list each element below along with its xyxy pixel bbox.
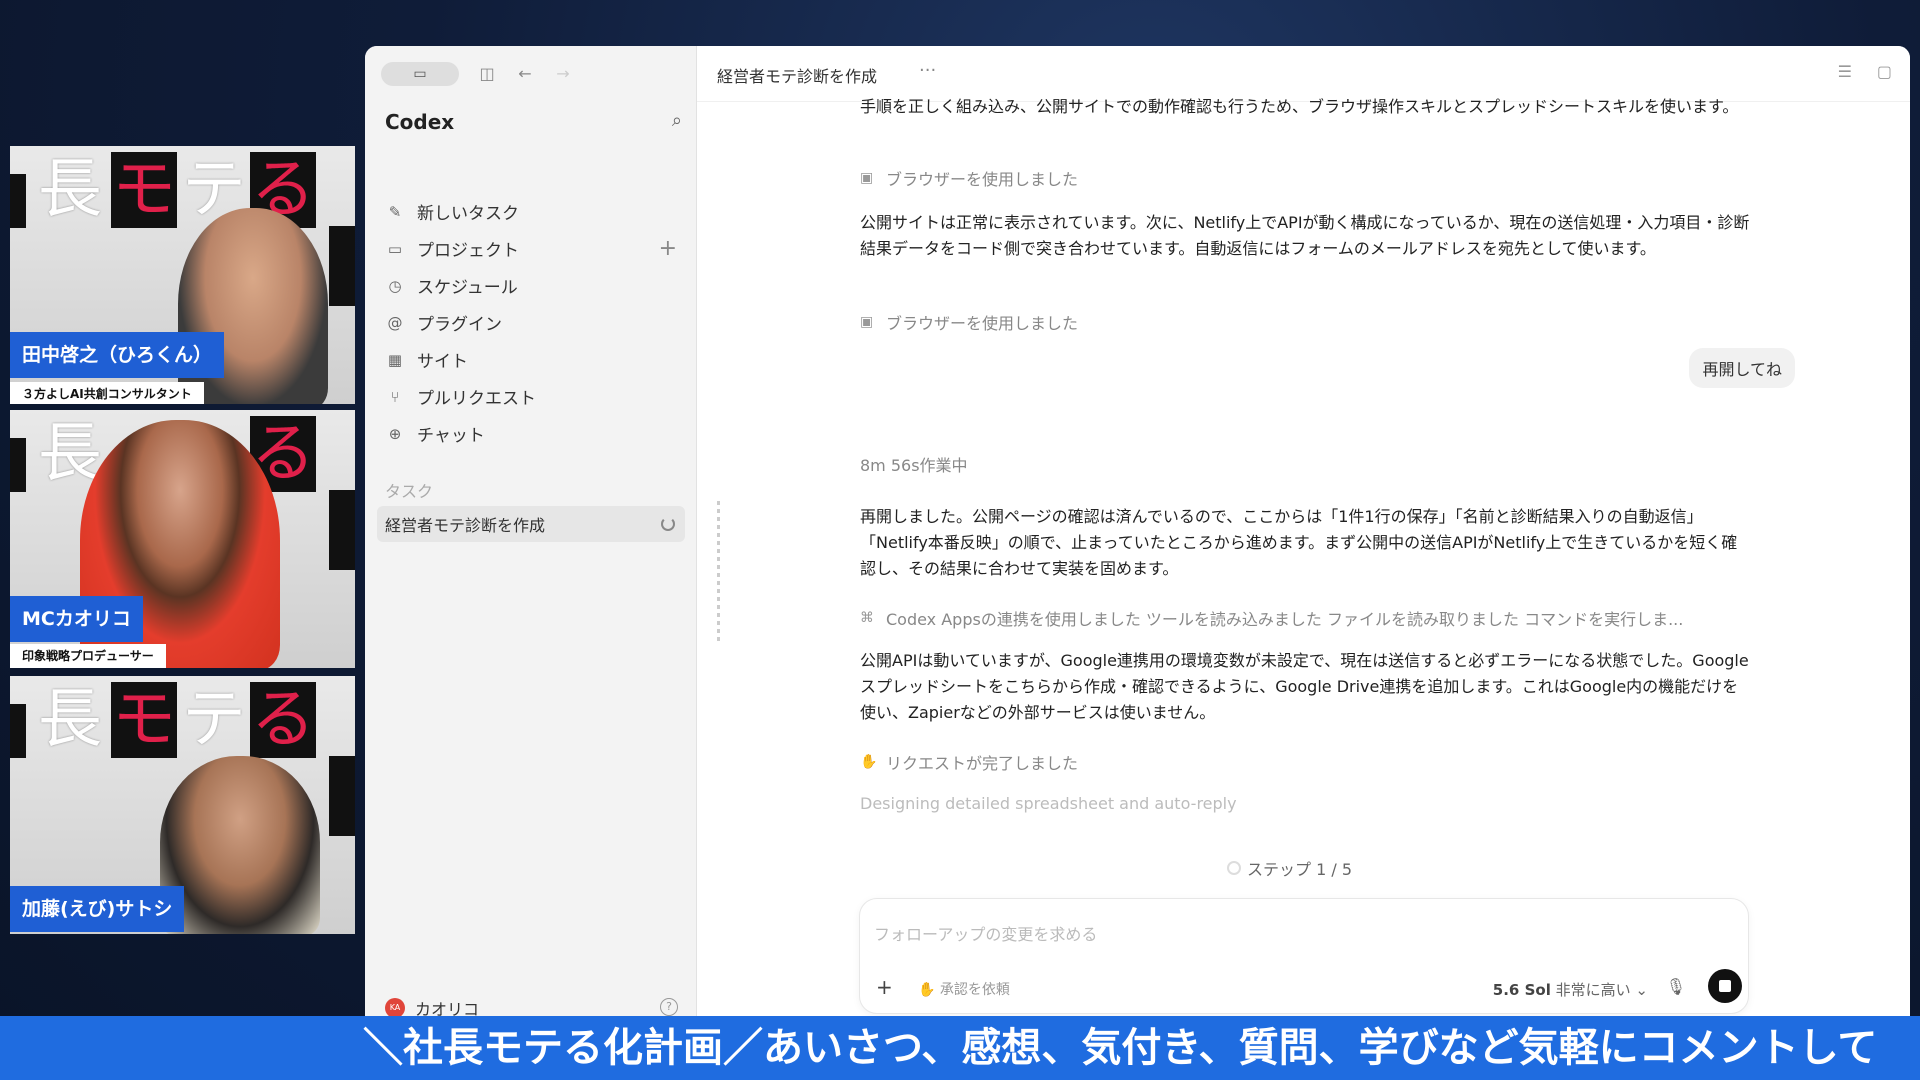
nav-label: サイト xyxy=(417,352,468,372)
forward-arrow-icon[interactable]: → xyxy=(551,62,575,86)
user-name: カオリコ xyxy=(415,1000,480,1016)
task-label: 経営者モテ診断を作成 xyxy=(385,516,546,535)
nav-sites[interactable]: ▦ サイト xyxy=(377,341,687,378)
thread-title: 経営者モテ診断を作成 xyxy=(717,67,878,86)
pull-request-icon: ⑂ xyxy=(390,387,400,406)
message-text: 手順を正しく組み込み、公開サイトでの動作確認も行うため、ブラウザ操作スキルとスプ… xyxy=(860,97,1739,116)
list-icon[interactable]: ☰ xyxy=(1838,62,1852,81)
main-panel: 経営者モテ診断を作成 ··· ☰ ▢ 手順を正しく組み込み、公開サイトでの動作確… xyxy=(697,46,1910,1016)
participant-role: ３方よしAI共創コンサルタント xyxy=(10,382,204,404)
chevron-down-icon: ⌄ xyxy=(1635,981,1648,999)
folder-icon: ▭ xyxy=(387,239,403,258)
approval-label: 承認を依頼 xyxy=(939,982,1010,998)
nav-projects[interactable]: ▭ プロジェクト + xyxy=(377,230,687,267)
participant-name: 田中啓之（ひろくん） xyxy=(10,332,225,378)
model-selector[interactable]: 5.6 Sol 非常に高い ⌄ xyxy=(1493,979,1648,1000)
nav-label: 新しいタスク xyxy=(417,204,519,224)
codex-window: ▭ ◫ ← → Codex ⌕ ✎ 新しいタスク ▭ プロジェクト + ◷ スケ… xyxy=(365,46,1910,1016)
tool-call-label: リクエストが完了しました xyxy=(886,754,1079,773)
monitor-icon: ▭ xyxy=(413,66,427,82)
task-item-active[interactable]: 経営者モテ診断を作成 xyxy=(377,506,685,542)
participant-name: MCカオリコ xyxy=(10,596,143,642)
nav-new-task[interactable]: ✎ 新しいタスク xyxy=(377,193,687,230)
more-icon[interactable]: ··· xyxy=(919,60,936,81)
avatar: KA xyxy=(385,998,405,1016)
message-text: 公開サイトは正常に表示されています。次に、Netlify上でAPIが動く構成にな… xyxy=(860,213,1750,258)
poster-char: テ xyxy=(182,683,246,757)
sidebar-toolbar: ▭ ◫ ← → xyxy=(365,46,696,102)
webcam-tile-2: 長 る MCカオリコ 印象戦略プロデューサー xyxy=(10,410,355,668)
comment-ticker: ＼社長モテる化計画／あいさつ、感想、気付き、質問、学びなど気軽にコメントして xyxy=(0,1016,1920,1080)
poster-char: 長 xyxy=(38,153,102,227)
edit-icon: ✎ xyxy=(388,202,402,221)
grid-icon: ▦ xyxy=(387,350,403,369)
sidebar: ▭ ◫ ← → Codex ⌕ ✎ 新しいタスク ▭ プロジェクト + ◷ スケ… xyxy=(365,46,697,1016)
apps-icon: ⌘ xyxy=(860,610,874,626)
microphone-icon[interactable]: 🎙 xyxy=(1666,977,1686,996)
nav-schedule[interactable]: ◷ スケジュール xyxy=(377,267,687,304)
tool-call-label: Codex Appsの連携を使用しました ツールを読み込みました ファイルを読み… xyxy=(886,610,1684,629)
nav-chat[interactable]: ⊕ チャット xyxy=(377,415,687,452)
poster-char: モ xyxy=(111,682,177,758)
tool-call[interactable]: ▣ ブラウザーを使用しました xyxy=(860,166,1750,190)
approval-button[interactable]: ✋ 承認を依頼 xyxy=(918,979,1010,999)
step-label: ステップ 1 / 5 xyxy=(1247,860,1353,879)
tool-call[interactable]: ▣ ブラウザーを使用しました xyxy=(860,310,1750,334)
webcam-tile-3: 長 モ テ る 加藤(えび)サトシ xyxy=(10,676,355,934)
follow-up-input[interactable]: フォローアップの変更を求める xyxy=(874,921,1097,945)
message-text: 再開しました。公開ページの確認は済んでいるので、ここからは「1件1行の保存」「名… xyxy=(860,507,1738,578)
tasks-section-header: タスク xyxy=(385,482,434,501)
search-icon[interactable]: ⌕ xyxy=(672,110,682,131)
browser-icon: ▣ xyxy=(860,170,874,186)
poster-char: る xyxy=(250,682,316,758)
nav-plugins[interactable]: @ プラグイン xyxy=(377,304,687,341)
attach-plus-icon[interactable]: + xyxy=(876,975,893,999)
effort-level: 非常に高い xyxy=(1555,981,1631,999)
nav-label: プロジェクト xyxy=(417,241,519,261)
workspace-toggle[interactable]: ▭ xyxy=(381,62,459,86)
browser-icon: ▣ xyxy=(860,314,874,330)
webcam-tile-1: 長 モ テ る 田中啓之（ひろくん） ３方よしAI共創コンサルタント xyxy=(10,146,355,404)
poster-char: モ xyxy=(111,152,177,228)
timeline-indicator xyxy=(717,501,720,641)
message-text: 公開APIは動いていますが、Google連携用の環境変数が未設定で、現在は送信す… xyxy=(860,651,1749,722)
working-status: 8m 56s作業中 xyxy=(860,456,968,475)
app-title: Codex xyxy=(385,110,455,134)
tool-call[interactable]: ✋ リクエストが完了しました xyxy=(860,750,1750,774)
model-name: 5.6 Sol xyxy=(1492,981,1551,999)
sidebar-nav: ✎ 新しいタスク ▭ プロジェクト + ◷ スケジュール @ プラグイン ▦ サ… xyxy=(377,193,687,452)
panel-icon[interactable]: ▢ xyxy=(1877,62,1892,81)
step-indicator: ステップ 1 / 5 xyxy=(1227,856,1352,880)
user-account[interactable]: KA カオリコ xyxy=(385,996,479,1016)
tool-call[interactable]: ⌘ Codex Appsの連携を使用しました ツールを読み込みました ファイルを… xyxy=(860,606,1750,630)
help-icon[interactable]: ? xyxy=(660,998,678,1016)
loading-spinner-icon xyxy=(661,517,675,531)
hand-icon: ✋ xyxy=(918,982,940,998)
progress-ring-icon xyxy=(1227,861,1241,875)
clock-icon: ◷ xyxy=(388,276,402,295)
tool-call-label: ブラウザーを使用しました xyxy=(886,170,1079,189)
nav-pull-requests[interactable]: ⑂ プルリクエスト xyxy=(377,378,687,415)
plus-circle-icon: ⊕ xyxy=(388,424,402,443)
user-message-bubble: 再開してね xyxy=(1689,348,1795,388)
poster-char: 長 xyxy=(38,683,102,757)
composer: フォローアップの変更を求める + ✋ 承認を依頼 5.6 Sol 非常に高い ⌄… xyxy=(859,898,1749,1014)
tool-call-label: ブラウザーを使用しました xyxy=(886,314,1079,333)
nav-label: プルリクエスト xyxy=(417,389,536,409)
at-icon: @ xyxy=(387,313,403,332)
participant-name: 加藤(えび)サトシ xyxy=(10,886,185,932)
ticker-text: ＼社長モテる化計画／あいさつ、感想、気付き、質問、学びなど気軽にコメントして xyxy=(363,1025,1878,1071)
nav-label: プラグイン xyxy=(417,315,502,335)
back-arrow-icon[interactable]: ← xyxy=(513,62,537,86)
sidebar-toggle-icon[interactable]: ◫ xyxy=(475,62,499,86)
nav-label: チャット xyxy=(417,426,485,446)
hand-icon: ✋ xyxy=(860,754,878,770)
nav-label: スケジュール xyxy=(417,278,518,298)
add-project-icon[interactable]: + xyxy=(659,236,677,261)
stop-button[interactable] xyxy=(1708,969,1742,1003)
thinking-status: Designing detailed spreadsheet and auto-… xyxy=(860,794,1237,813)
participant-role: 印象戦略プロデューサー xyxy=(10,644,166,668)
